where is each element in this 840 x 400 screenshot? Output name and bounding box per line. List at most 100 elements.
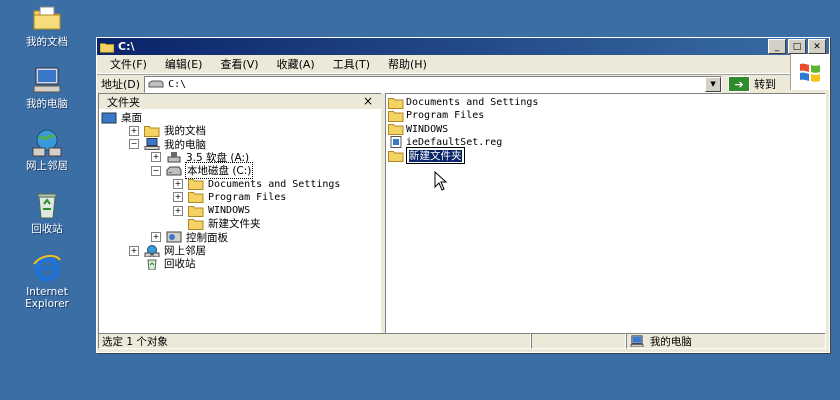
tree-item[interactable]: − 我的电脑 — [129, 138, 206, 151]
address-bar: 地址(D) C:\ ▼ ➔ 转到 — [97, 74, 829, 93]
tree-item-label: 桌面 — [121, 112, 142, 124]
folder-icon — [388, 110, 404, 122]
expand-icon[interactable]: + — [151, 152, 161, 163]
desktop-icon — [101, 112, 117, 123]
tree-item-label: Documents and Settings — [208, 178, 341, 190]
internet-explorer-icon — [33, 254, 61, 282]
status-zone: 我的电脑 — [625, 333, 826, 349]
status-empty — [531, 333, 626, 349]
control-panel-icon — [166, 231, 182, 243]
status-zone-text: 我的电脑 — [649, 335, 692, 348]
arrow-right-icon: ➔ — [728, 76, 751, 92]
file-list-item[interactable]: 新建文件夹 — [388, 147, 465, 165]
drive-icon — [148, 80, 164, 88]
tree-item[interactable]: + Documents and Settings — [173, 178, 340, 191]
chevron-down-icon: ▼ — [710, 80, 716, 88]
menu-bar: 文件(F) 编辑(E) 查看(V) 收藏(A) 工具(T) 帮助(H) — [97, 54, 829, 90]
my-computer-icon — [33, 67, 61, 93]
expand-icon[interactable]: + — [173, 192, 183, 203]
title-bar[interactable]: C:\ _ □ ✕ — [97, 38, 829, 55]
address-input[interactable]: C:\ ▼ — [144, 75, 723, 93]
file-list-item[interactable]: WINDOWS — [388, 123, 448, 136]
recycle-bin-icon — [37, 193, 57, 219]
file-name: Program Files — [406, 110, 485, 122]
file-name: WINDOWS — [406, 123, 449, 135]
tree-spacer — [129, 258, 139, 269]
desktop-icon-label: Internet Explorer — [25, 286, 69, 310]
menu-file[interactable]: 文件(F) — [101, 56, 156, 72]
tree-item-label: WINDOWS — [208, 205, 251, 217]
folder-icon — [100, 42, 114, 53]
expand-icon[interactable]: + — [173, 179, 183, 189]
rename-input[interactable]: 新建文件夹 — [406, 147, 465, 165]
go-button[interactable]: ➔ 转到 — [728, 76, 776, 92]
maximize-button[interactable]: □ — [788, 39, 806, 54]
tree-item[interactable]: 回收站 — [129, 257, 196, 270]
tree-item[interactable]: + 控制面板 — [151, 231, 228, 244]
reg-file-icon — [390, 136, 402, 149]
status-selection: 选定 1 个对象 — [98, 333, 532, 349]
menu-view[interactable]: 查看(V) — [211, 56, 267, 72]
desktop-icon-network[interactable]: 网上邻居 — [12, 126, 82, 172]
file-list-item[interactable]: Program Files — [388, 109, 484, 122]
folder-icon — [188, 179, 204, 190]
menu-help[interactable]: 帮助(H) — [379, 56, 436, 72]
desktop-icon-my-documents[interactable]: 我的文档 — [12, 2, 82, 48]
network-places-icon — [144, 244, 160, 257]
menu-favorites[interactable]: 收藏(A) — [268, 56, 324, 72]
status-text: 选定 1 个对象 — [102, 335, 168, 348]
file-list-item[interactable]: Documents and Settings — [388, 96, 538, 109]
folder-icon — [188, 205, 204, 217]
tree-item-label: Program Files — [208, 191, 287, 203]
folders-pane-title: 文件夹 — [107, 95, 140, 109]
collapse-icon[interactable]: − — [129, 139, 139, 150]
desktop-icon-label: 网上邻居 — [26, 160, 68, 172]
windows-logo — [790, 54, 829, 90]
tree-item[interactable]: + 我的文档 — [129, 124, 206, 137]
my-computer-icon — [630, 335, 644, 347]
mouse-cursor-icon — [434, 171, 448, 191]
desktop-icon-label: 我的文档 — [26, 36, 68, 48]
expand-icon[interactable]: + — [129, 125, 139, 136]
desktop-icon-recycle-bin[interactable]: 回收站 — [12, 189, 82, 235]
tree-item[interactable]: 桌面 — [101, 111, 142, 124]
windows-flag-icon — [800, 63, 820, 82]
tree-spacer — [173, 218, 183, 229]
folders-pane: 文件夹 × 桌面 + 我的文档 − 我的电脑 +3.5 软盘 (A:) − 本地磁盘 (C:)… — [98, 93, 382, 334]
expand-icon[interactable]: + — [129, 245, 139, 256]
expand-icon[interactable]: + — [151, 232, 161, 243]
recycle-bin-icon — [147, 259, 157, 270]
status-bar: 选定 1 个对象 我的电脑 — [98, 333, 826, 349]
go-label: 转到 — [754, 78, 777, 91]
rename-text: 新建文件夹 — [409, 150, 462, 163]
drive-icon — [166, 166, 182, 176]
tree-item[interactable]: + WINDOWS — [173, 204, 250, 217]
tree-item[interactable]: + 网上邻居 — [129, 244, 206, 257]
tree-item[interactable]: − 本地磁盘 (C:) — [151, 162, 254, 180]
minimize-button[interactable]: _ — [768, 39, 786, 54]
file-name: Documents and Settings — [406, 97, 539, 108]
folders-pane-header: 文件夹 × — [99, 94, 381, 109]
folder-icon — [188, 218, 204, 230]
close-button[interactable]: ✕ — [808, 39, 826, 54]
desktop-icon-label: 我的电脑 — [26, 98, 68, 110]
folder-icon — [388, 124, 404, 136]
folder-icon — [144, 125, 160, 137]
close-icon[interactable]: × — [363, 94, 373, 108]
tree-item[interactable]: +3.5 软盘 (A:) — [151, 151, 249, 164]
tree-item-label: 本地磁盘 (C:) — [184, 162, 254, 180]
maximize-icon: □ — [792, 41, 802, 52]
menu-edit[interactable]: 编辑(E) — [156, 56, 212, 72]
menu-tools[interactable]: 工具(T) — [324, 56, 379, 72]
close-icon: ✕ — [813, 41, 821, 52]
desktop-icon-my-computer[interactable]: 我的电脑 — [12, 64, 82, 110]
folder-icon — [388, 97, 404, 109]
tree-item[interactable]: 新建文件夹 — [173, 217, 261, 230]
tree-item[interactable]: + Program Files — [173, 191, 286, 204]
expand-icon[interactable]: + — [173, 205, 183, 216]
desktop-icon-internet-explorer[interactable]: Internet Explorer — [12, 252, 82, 310]
my-documents-icon — [33, 6, 61, 30]
folder-icon — [388, 150, 404, 162]
collapse-icon[interactable]: − — [151, 165, 161, 176]
address-dropdown-button[interactable]: ▼ — [705, 76, 722, 92]
